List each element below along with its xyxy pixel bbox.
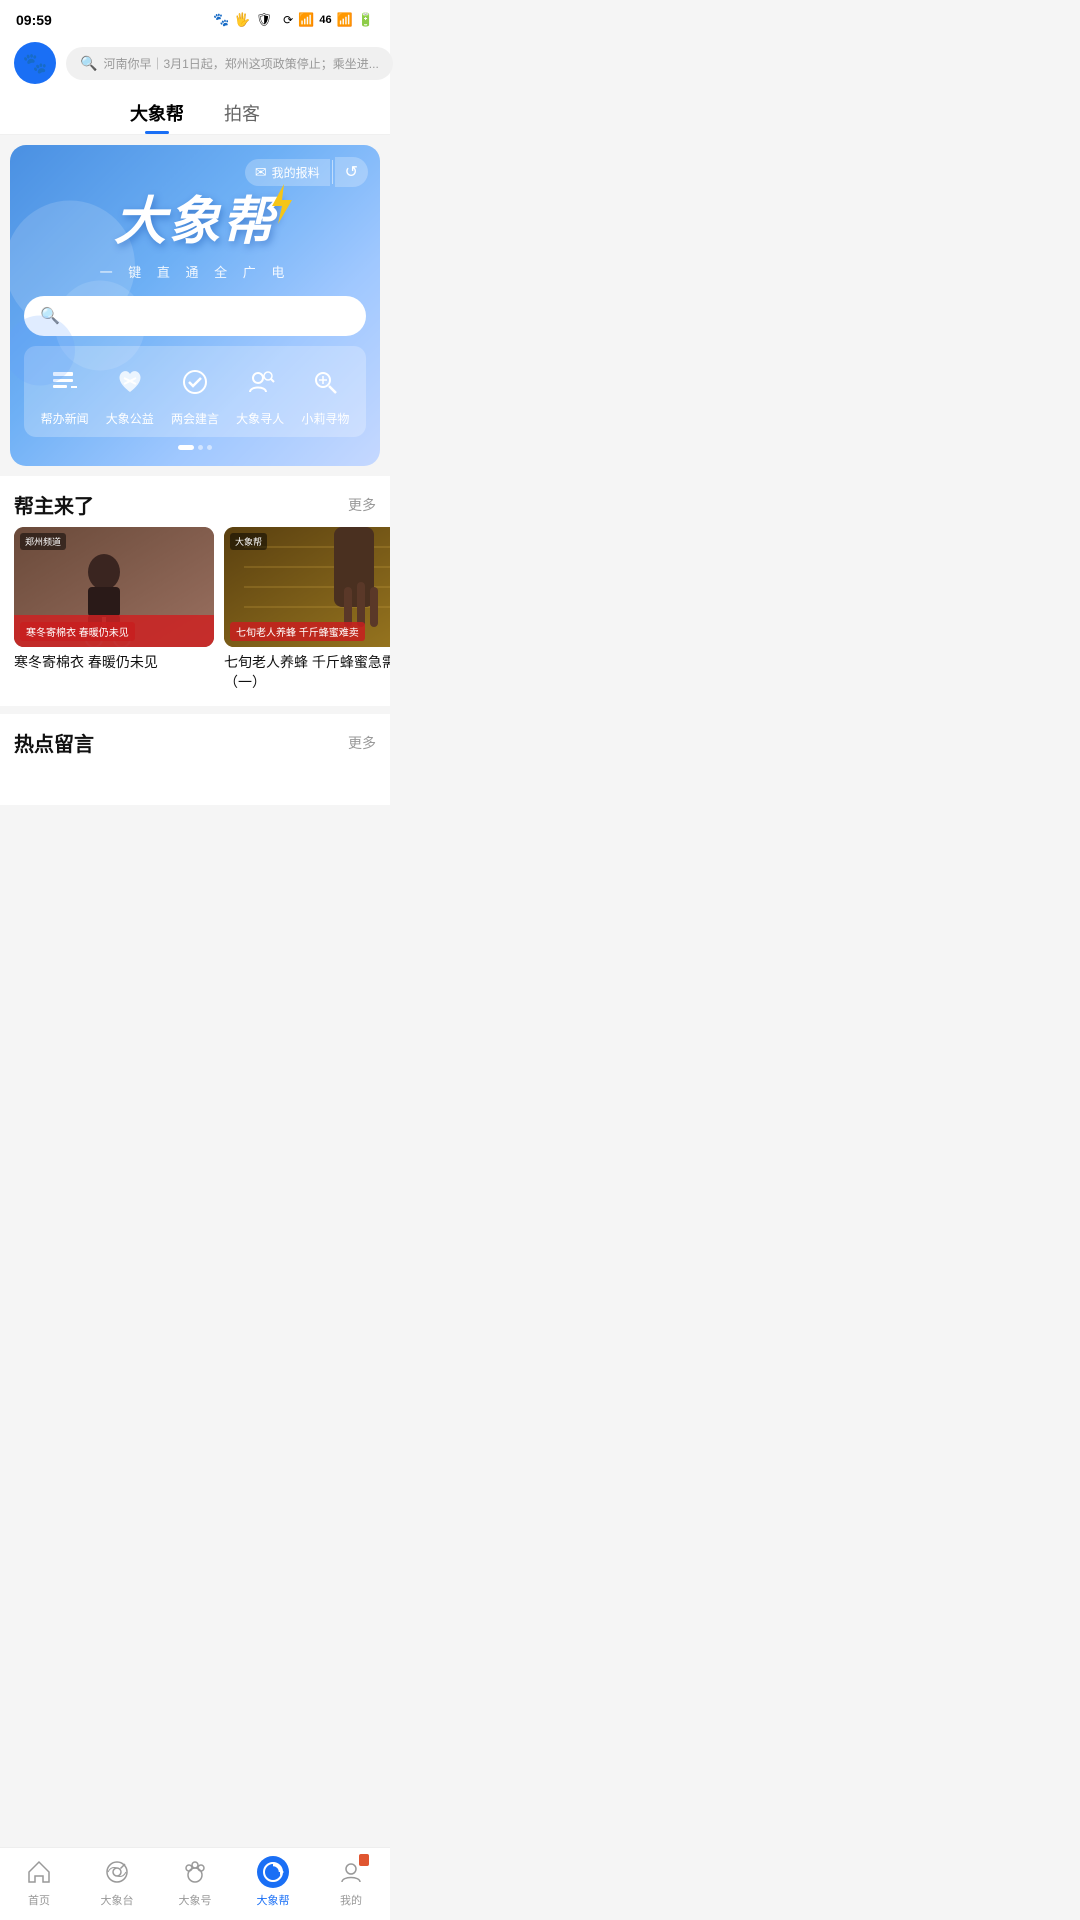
card-1-thumb: 寒冬寄棉衣 春暖仍未见 郑州频道: [14, 527, 214, 647]
wifi-icon: 📶: [298, 12, 314, 28]
banner-search-icon: 🔍: [40, 306, 60, 326]
hot-comments-header: 热点留言 更多: [0, 714, 390, 765]
card-2[interactable]: 七旬老人养蜂 千斤蜂蜜难卖 大象帮 七旬老人养蜂 千斤蜂蜜急需买家（一）: [224, 527, 390, 692]
logo-icon: 🐾: [23, 51, 48, 76]
nav-home-icon-wrapper: [23, 1856, 55, 1888]
card-2-thumb: 七旬老人养蜂 千斤蜂蜜难卖 大象帮: [224, 527, 390, 647]
my-badge: [359, 1854, 369, 1866]
banner-menu-grid: 帮办新闻 大象公益 两会建言 大象寻人: [24, 346, 366, 437]
hot-comments-section: 热点留言 更多: [0, 714, 390, 805]
nav-mine-label: 我的: [340, 1892, 362, 1908]
bottom-nav: 首页 大象台 大象号: [0, 1847, 390, 1920]
bangbannews-icon: [43, 360, 87, 404]
banner: ✉ 我的报料 ↺ 大象帮 一 键 直 通 全 广 电 🔍: [10, 145, 380, 466]
nav-home-label: 首页: [28, 1892, 50, 1908]
main-content: ✉ 我的报料 ↺ 大象帮 一 键 直 通 全 广 电 🔍: [0, 145, 390, 885]
banner-title-area: 大象帮 一 键 直 通 全 广 电: [24, 179, 366, 282]
app-logo[interactable]: 🐾: [14, 42, 56, 84]
report-icon: ✉: [255, 164, 267, 181]
card-2-source: 大象帮: [230, 533, 267, 550]
dot-active: [178, 445, 194, 450]
bangzhu-section: 帮主来了 更多: [0, 476, 390, 706]
tv-icon: [103, 1858, 131, 1886]
paw-status-icon: 🐾: [213, 12, 229, 28]
lianghui-icon: [173, 360, 217, 404]
search-placeholder-text: 河南你早｜3月1日起，郑州这项政策停止；乘坐进...: [103, 55, 378, 72]
banner-subtitle: 一 键 直 通 全 广 电: [100, 265, 291, 280]
refresh-circle-icon: [260, 1859, 286, 1885]
nav-paw-label: 大象号: [179, 1892, 212, 1908]
bangzhu-more[interactable]: 更多: [348, 495, 376, 515]
search-bar[interactable]: 🔍 河南你早｜3月1日起，郑州这项政策停止；乘坐进...: [66, 47, 393, 80]
nav-paw[interactable]: 大象号: [165, 1856, 225, 1908]
nav-mine-icon-wrapper: [335, 1856, 367, 1888]
hot-comments-placeholder: [0, 765, 390, 805]
menu-label-xunwu: 小莉寻物: [301, 410, 349, 427]
home-icon: [25, 1858, 53, 1886]
menu-item-lianghui[interactable]: 两会建言: [171, 360, 219, 427]
battery-icon: 🔋: [358, 12, 374, 28]
card-2-overlay: 七旬老人养蜂 千斤蜂蜜难卖: [230, 622, 365, 641]
card-2-title: 七旬老人养蜂 千斤蜂蜜急需买家（一）: [224, 653, 390, 692]
tab-bar: 大象帮 拍客: [0, 94, 390, 135]
dot-3: [207, 445, 212, 450]
my-report-label: 我的报料: [272, 164, 320, 181]
card-1[interactable]: 寒冬寄棉衣 春暖仍未见 郑州频道 寒冬寄棉衣 春暖仍未见: [14, 527, 214, 692]
banner-search-box[interactable]: 🔍: [24, 296, 366, 336]
nav-tv-label: 大象台: [101, 1892, 134, 1908]
menu-item-bangbannews[interactable]: 帮办新闻: [41, 360, 89, 427]
menu-item-xunren[interactable]: 大象寻人: [236, 360, 284, 427]
banner-main-title: 大象帮: [114, 179, 276, 254]
nav-daxiangbang-icon-wrapper: [257, 1856, 289, 1888]
nav-tv-icon-wrapper: [101, 1856, 133, 1888]
nav-daxiangbang[interactable]: 大象帮: [243, 1856, 303, 1908]
hot-comments-title: 热点留言: [14, 728, 94, 757]
status-bar: 09:59 🐾 🖐 🛡 ⟳ 📶 46 📶 🔋: [0, 0, 390, 36]
shield-status-icon: 🛡: [256, 12, 273, 28]
bangzhu-section-header: 帮主来了 更多: [0, 476, 390, 527]
status-time: 09:59: [16, 12, 52, 28]
card-1-source: 郑州频道: [20, 533, 66, 550]
bangzhu-cards-scroll[interactable]: 寒冬寄棉衣 春暖仍未见 郑州频道 寒冬寄棉衣 春暖仍未见: [0, 527, 390, 706]
menu-label-lianghui: 两会建言: [171, 410, 219, 427]
dots-indicator: [24, 445, 366, 450]
tab-paike[interactable]: 拍客: [224, 100, 260, 134]
menu-item-gongyui[interactable]: 大象公益: [106, 360, 154, 427]
menu-label-bangbannews: 帮办新闻: [41, 410, 89, 427]
status-icons: 🐾 🖐 🛡 ⟳ 📶 46 📶 🔋: [213, 12, 374, 28]
hand-status-icon: 🖐: [234, 12, 250, 28]
tab-daxiangbang[interactable]: 大象帮: [130, 100, 184, 134]
card-1-overlay: 寒冬寄棉衣 春暖仍未见: [20, 622, 135, 641]
nav-mine[interactable]: 我的: [321, 1856, 381, 1908]
nav-paw-icon-wrapper: [179, 1856, 211, 1888]
xunwu-icon: [303, 360, 347, 404]
nav-tv[interactable]: 大象台: [87, 1856, 147, 1908]
search-icon: 🔍: [80, 55, 97, 72]
bangzhu-title: 帮主来了: [14, 490, 94, 519]
hot-comments-more[interactable]: 更多: [348, 733, 376, 753]
xunren-icon: [238, 360, 282, 404]
network-type: 46: [319, 14, 331, 26]
lightning-icon: [270, 184, 294, 224]
header: 🐾 🔍 河南你早｜3月1日起，郑州这项政策停止；乘坐进...: [0, 36, 390, 94]
gongyui-icon: [108, 360, 152, 404]
dot-2: [198, 445, 203, 450]
card-1-title: 寒冬寄棉衣 春暖仍未见: [14, 653, 214, 673]
paw-icon: [181, 1858, 209, 1886]
nav-daxiangbang-label: 大象帮: [257, 1892, 290, 1908]
rotation-icon: ⟳: [283, 13, 293, 27]
menu-item-xunwu[interactable]: 小莉寻物: [301, 360, 349, 427]
nav-home[interactable]: 首页: [9, 1856, 69, 1908]
menu-label-gongyui: 大象公益: [106, 410, 154, 427]
signal-icon: 📶: [337, 12, 353, 28]
menu-label-xunren: 大象寻人: [236, 410, 284, 427]
